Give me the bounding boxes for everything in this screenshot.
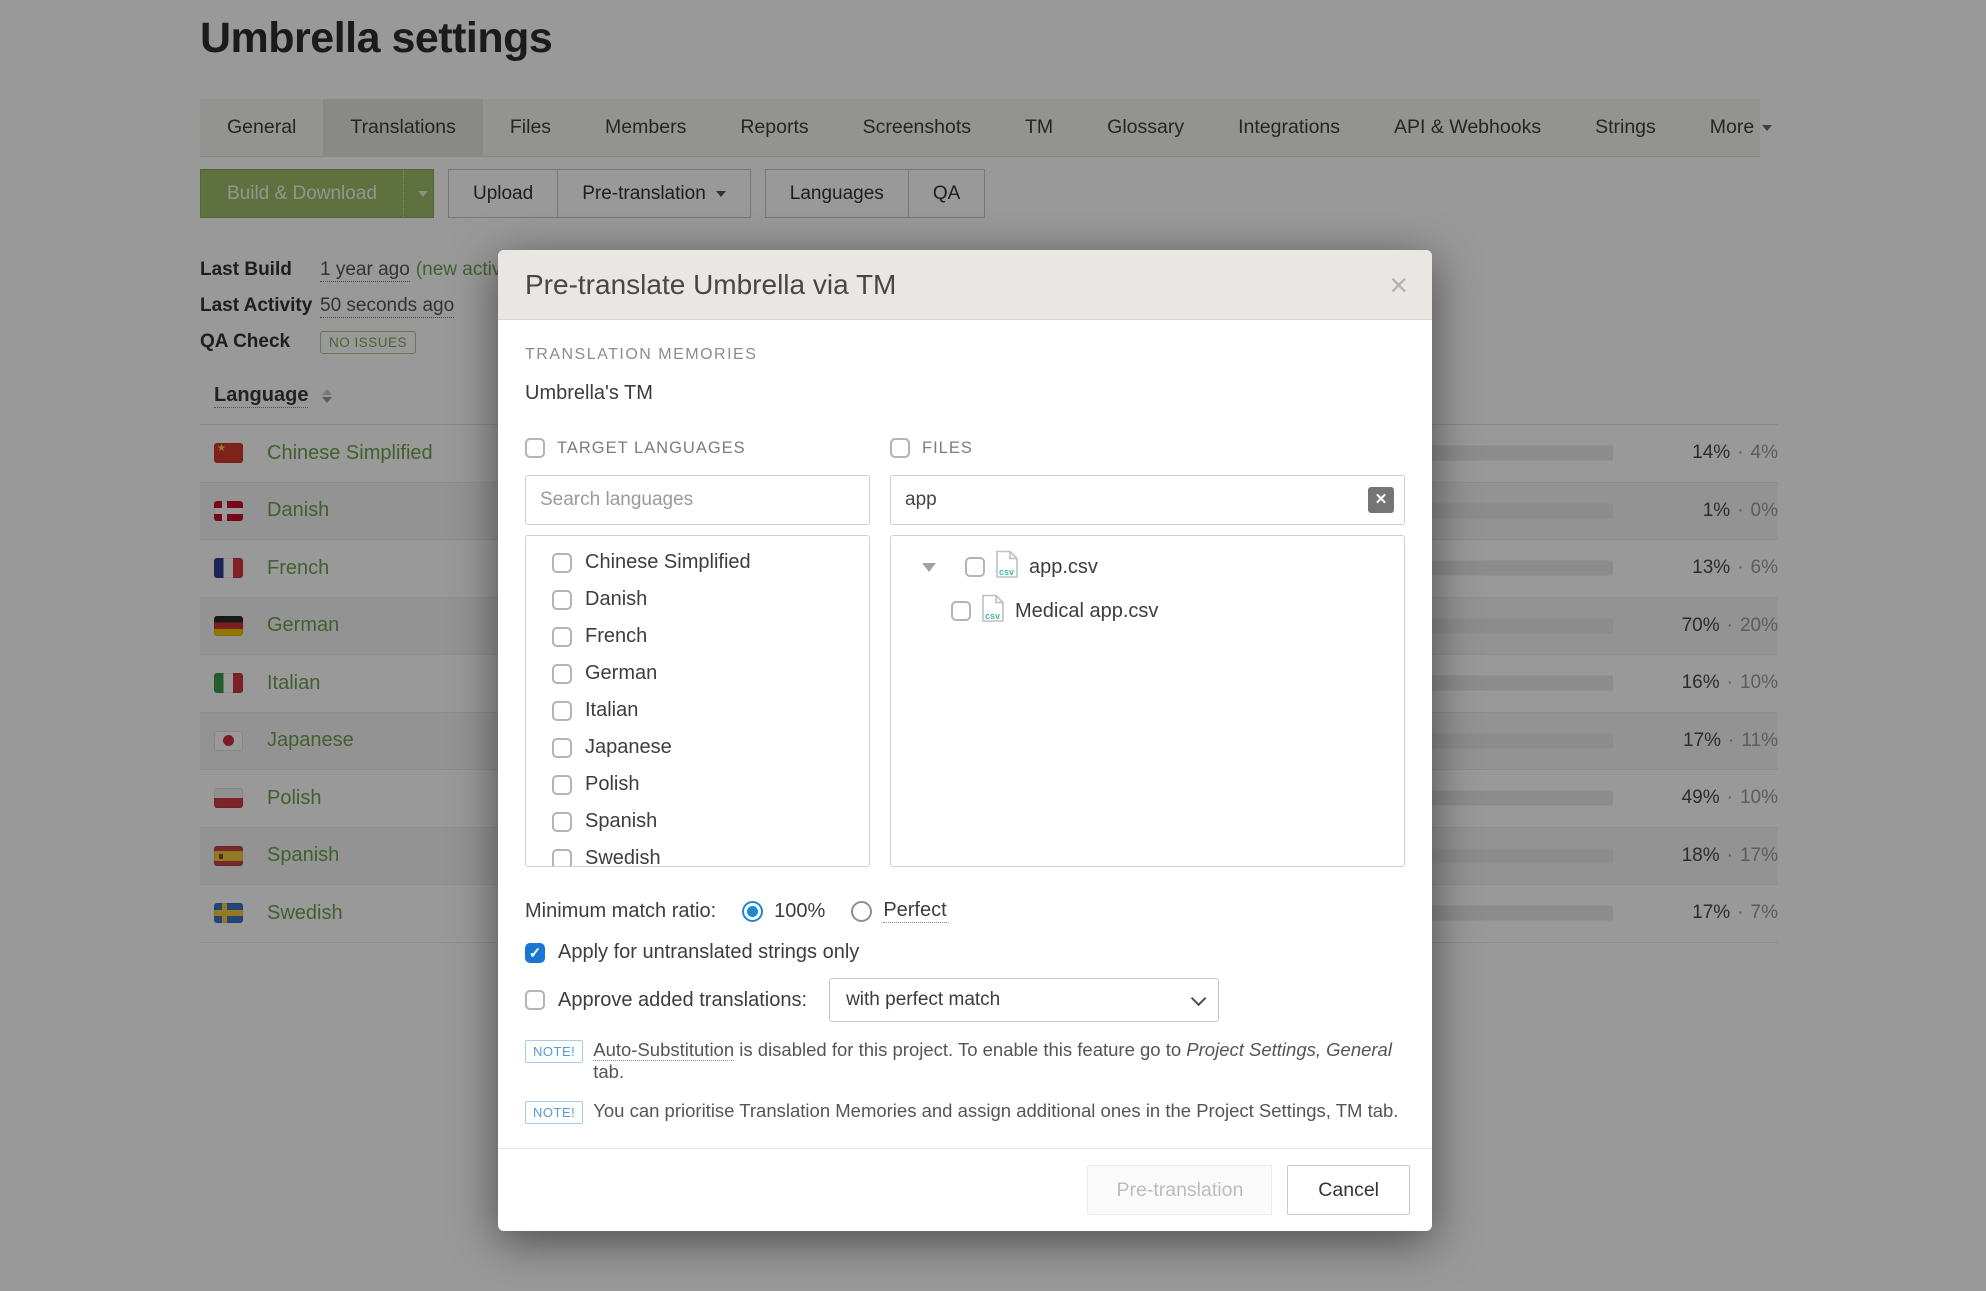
language-checkbox[interactable]	[552, 627, 572, 647]
apply-untranslated-row: ✓ Apply for untranslated strings only	[525, 941, 1405, 964]
approve-added-label: Approve added translations:	[558, 989, 807, 1012]
note-badge: NOTE!	[525, 1101, 583, 1124]
close-icon[interactable]: ×	[1389, 269, 1408, 301]
tree-expand-icon[interactable]	[922, 563, 936, 572]
language-option-label: Polish	[585, 773, 639, 796]
modal-body: TRANSLATION MEMORIES Umbrella's TM TARGE…	[498, 346, 1432, 1124]
csv-file-icon: csv	[981, 594, 1005, 628]
language-option-chinese-simplified[interactable]: Chinese Simplified	[526, 544, 869, 581]
language-option-label: German	[585, 662, 657, 685]
language-option-label: French	[585, 625, 647, 648]
pre-translation-submit-button[interactable]: Pre-translation	[1087, 1165, 1272, 1215]
language-checkbox[interactable]	[552, 849, 572, 868]
files-filter-input[interactable]	[890, 475, 1405, 525]
language-option-spanish[interactable]: Spanish	[526, 803, 869, 840]
language-option-german[interactable]: German	[526, 655, 869, 692]
note-row-1: NOTE! Auto-Substitution is disabled for t…	[525, 1039, 1405, 1083]
target-languages-label: TARGET LANGUAGES	[557, 439, 746, 458]
language-checkbox[interactable]	[552, 701, 572, 721]
svg-text:csv: csv	[985, 611, 1000, 621]
language-option-label: Swedish	[585, 847, 661, 867]
language-option-label: Italian	[585, 699, 638, 722]
match-ratio-label: Minimum match ratio:	[525, 900, 716, 923]
language-option-french[interactable]: French	[526, 618, 869, 655]
language-option-label: Chinese Simplified	[585, 551, 751, 574]
target-languages-checkbox[interactable]	[525, 438, 545, 458]
language-option-polish[interactable]: Polish	[526, 766, 869, 803]
files-label: FILES	[922, 439, 973, 458]
language-option-swedish[interactable]: Swedish	[526, 840, 869, 867]
file-row-medical-app-csv[interactable]: csv Medical app.csv	[891, 594, 1404, 628]
language-option-label: Spanish	[585, 810, 657, 833]
clear-filter-button[interactable]: ✕	[1368, 487, 1394, 513]
language-option-japanese[interactable]: Japanese	[526, 729, 869, 766]
apply-untranslated-checkbox[interactable]: ✓	[525, 943, 545, 963]
match-ratio-option-perfect[interactable]: Perfect	[851, 899, 946, 923]
files-tree: csv app.csv csv Medical app.csv	[890, 535, 1405, 867]
language-option-danish[interactable]: Danish	[526, 581, 869, 618]
modal-title: Pre-translate Umbrella via TM	[525, 269, 1389, 301]
files-column: FILES ✕ csv app.csv csv Medical app.csv	[890, 437, 1405, 867]
approve-match-selected-value: with perfect match	[846, 989, 1191, 1011]
cancel-button[interactable]: Cancel	[1287, 1165, 1410, 1215]
svg-text:csv: csv	[999, 567, 1014, 577]
match-ratio-option-label: 100%	[774, 900, 825, 923]
tm-name: Umbrella's TM	[525, 382, 1405, 405]
language-option-label: Danish	[585, 588, 647, 611]
search-languages-input[interactable]	[525, 475, 870, 525]
file-checkbox[interactable]	[951, 601, 971, 621]
approve-added-row: Approve added translations: with perfect…	[525, 978, 1405, 1022]
language-option-label: Japanese	[585, 736, 672, 759]
language-checkbox[interactable]	[552, 590, 572, 610]
language-checkbox[interactable]	[552, 812, 572, 832]
language-checkbox[interactable]	[552, 775, 572, 795]
file-name: app.csv	[1029, 556, 1098, 579]
note-link[interactable]: Auto-Substitution	[593, 1039, 734, 1061]
note-badge: NOTE!	[525, 1040, 583, 1063]
file-name: Medical app.csv	[1015, 600, 1158, 623]
tm-section-label: TRANSLATION MEMORIES	[525, 346, 1405, 364]
file-row-app-csv[interactable]: csv app.csv	[891, 550, 1404, 584]
note-row-2: NOTE! You can prioritise Translation Memo…	[525, 1100, 1405, 1124]
modal-footer: Pre-translation Cancel	[498, 1148, 1432, 1231]
approve-added-checkbox[interactable]	[525, 990, 545, 1010]
modal-header: Pre-translate Umbrella via TM ×	[498, 250, 1432, 320]
files-checkbox[interactable]	[890, 438, 910, 458]
apply-untranslated-label: Apply for untranslated strings only	[558, 941, 859, 964]
language-option-italian[interactable]: Italian	[526, 692, 869, 729]
language-checkbox[interactable]	[552, 738, 572, 758]
match-ratio-option-label: Perfect	[883, 899, 946, 923]
match-ratio-option-100[interactable]: 100%	[742, 900, 825, 923]
file-checkbox[interactable]	[965, 557, 985, 577]
languages-list: Chinese Simplified Danish French German Ital…	[525, 535, 870, 867]
radio-perfect[interactable]	[851, 901, 872, 922]
note-text: You can prioritise Translation Memories …	[593, 1100, 1398, 1122]
csv-file-icon: csv	[995, 550, 1019, 584]
radio-100[interactable]	[742, 901, 763, 922]
target-languages-column: TARGET LANGUAGES Chinese Simplified Danis…	[525, 437, 870, 867]
language-checkbox[interactable]	[552, 664, 572, 684]
language-checkbox[interactable]	[552, 553, 572, 573]
note-text: Auto-Substitution is disabled for this p…	[593, 1039, 1405, 1083]
match-ratio-row: Minimum match ratio: 100% Perfect	[525, 899, 1405, 923]
approve-match-select[interactable]: with perfect match	[829, 978, 1219, 1022]
chevron-down-icon	[1191, 990, 1207, 1006]
pre-translate-modal: Pre-translate Umbrella via TM × TRANSLAT…	[498, 250, 1432, 1231]
note-emphasis: Project Settings, General	[1186, 1039, 1392, 1060]
